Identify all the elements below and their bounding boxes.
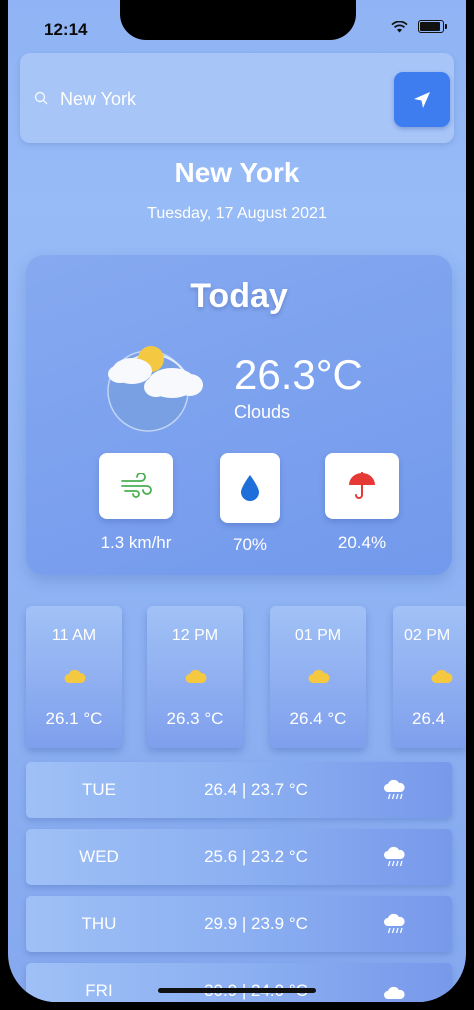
humidity-value: 70% (232, 535, 268, 554)
hour-time: 01 PM (294, 627, 342, 644)
day-temperature-range: 26.4 | 23.7 °C (204, 780, 308, 799)
hour-time: 12 PM (171, 627, 219, 644)
daily-row[interactable]: THU 29.9 | 23.9 °C (26, 896, 452, 952)
rain-cloud-icon (384, 846, 405, 867)
current-temperature: 26.3°C (234, 351, 363, 398)
cloud-icon (431, 669, 453, 683)
hour-temperature: 26.4 (412, 709, 446, 728)
rain-cloud-icon (384, 779, 405, 800)
today-card: Today 26.3°C Clouds 1.3 km/hr 70% 20.4% (26, 255, 452, 575)
hour-temperature: 26.3 °C (166, 709, 224, 728)
status-time: 12:14 (44, 20, 88, 39)
device-notch (120, 0, 356, 40)
humidity-stat-box (220, 453, 280, 523)
current-date: Tuesday, 17 August 2021 (147, 205, 327, 222)
wifi-icon (391, 20, 408, 32)
weather-condition: Clouds (234, 402, 291, 422)
current-location-button[interactable] (394, 72, 450, 127)
home-indicator[interactable] (158, 988, 316, 993)
today-title: Today (190, 277, 288, 315)
battery-icon (418, 20, 447, 33)
daily-row[interactable]: TUE 26.4 | 23.7 °C (26, 762, 452, 818)
daily-row[interactable]: FRI 30.9 | 24.0 °C (26, 963, 452, 1002)
cloud-icon (384, 986, 405, 999)
partly-cloudy-icon (107, 346, 203, 432)
day-name: WED (79, 847, 119, 866)
day-temperature-range: 25.6 | 23.2 °C (204, 847, 308, 866)
wind-speed: 1.3 km/hr (100, 533, 172, 552)
hour-temperature: 26.4 °C (289, 709, 347, 728)
day-name: THU (81, 914, 117, 933)
daily-row[interactable]: WED 25.6 | 23.2 °C (26, 829, 452, 885)
hourly-card[interactable]: 01 PM 26.4 °C (270, 606, 366, 748)
wind-stat: 1.3 km/hr (86, 453, 186, 553)
hour-time: 11 AM (51, 627, 97, 644)
cloud-icon (308, 669, 330, 683)
hour-time: 02 PM (404, 627, 451, 644)
wind-stat-box (99, 453, 173, 519)
hourly-card[interactable]: 12 PM 26.3 °C (147, 606, 243, 748)
humidity-stat: 70% (200, 453, 300, 555)
humidity-drop-icon (241, 475, 259, 501)
day-temperature-range: 29.9 | 23.9 °C (204, 914, 308, 933)
search-input[interactable] (58, 81, 362, 117)
app-screen: 12:14 New York New York Tuesday, 17 Augu… (8, 0, 466, 1002)
hour-temperature: 26.1 °C (45, 709, 103, 728)
day-name: TUE (82, 780, 116, 799)
precipitation-stat: 20.4% (312, 453, 412, 553)
location-arrow-icon (414, 91, 430, 108)
rain-cloud-icon (384, 913, 405, 934)
city-name: New York (174, 157, 300, 188)
cloud-icon (185, 669, 207, 683)
cloud-icon (64, 669, 86, 683)
umbrella-icon (349, 472, 375, 499)
wind-icon (121, 473, 152, 498)
precipitation-value: 20.4% (337, 533, 387, 552)
status-icons (391, 20, 447, 33)
phone-frame: 12:14 New York New York Tuesday, 17 Augu… (0, 0, 474, 1010)
precipitation-stat-box (325, 453, 399, 519)
search-bar (20, 53, 454, 143)
search-icon (34, 91, 48, 105)
day-name: FRI (85, 981, 113, 1000)
hourly-card[interactable]: 02 PM 26.4 (393, 606, 466, 748)
hourly-card[interactable]: 11 AM 26.1 °C (26, 606, 122, 748)
